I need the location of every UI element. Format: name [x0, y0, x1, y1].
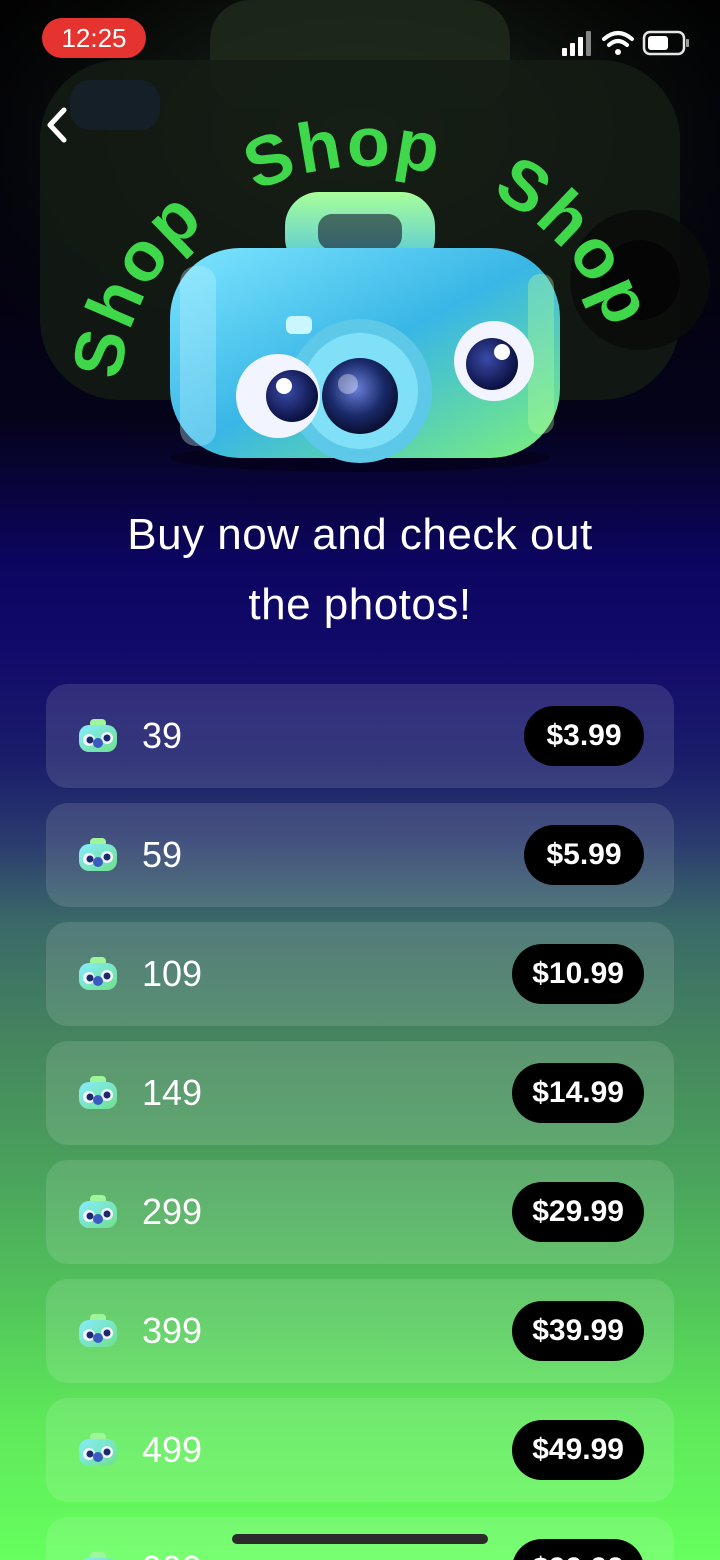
camera-coin-icon [76, 1430, 120, 1470]
price-button[interactable]: $14.99 [512, 1063, 644, 1123]
price-button[interactable]: $3.99 [524, 706, 644, 766]
package-row[interactable]: 399 $39.99 [46, 1279, 674, 1383]
status-icons [562, 30, 689, 56]
package-row[interactable]: 499 $49.99 [46, 1398, 674, 1502]
headline-line-1: Buy now and check out [127, 510, 593, 559]
camera-coin-icon [76, 954, 120, 994]
status-bar: 12:25 [0, 0, 720, 80]
cellular-signal-icon [562, 31, 591, 56]
status-time: 12:25 [42, 18, 146, 58]
package-row[interactable]: 109 $10.99 [46, 922, 674, 1026]
package-row[interactable]: 59 $5.99 [46, 803, 674, 907]
headline-line-2: the photos! [248, 580, 472, 629]
package-amount: 399 [142, 1310, 203, 1351]
camera-coin-icon [76, 1192, 120, 1232]
camera-coin-icon [76, 835, 120, 875]
camera-coin-icon [76, 1073, 120, 1113]
price-button[interactable]: $99.99 [512, 1539, 644, 1560]
camera-coin-icon [76, 1311, 120, 1351]
hero-banner: Shop Shop Shop [60, 103, 660, 472]
package-amount: 149 [142, 1072, 203, 1113]
package-row[interactable]: 39 $3.99 [46, 684, 674, 788]
package-amount: 499 [142, 1429, 203, 1470]
package-amount: 109 [142, 953, 203, 994]
price-button[interactable]: $29.99 [512, 1182, 644, 1242]
price-button[interactable]: $49.99 [512, 1420, 644, 1480]
camera-coin-icon [76, 716, 120, 756]
package-row[interactable]: 149 $14.99 [46, 1041, 674, 1145]
wifi-icon [602, 31, 634, 55]
camera-coin-icon [76, 1549, 120, 1560]
package-amount: 299 [142, 1191, 203, 1232]
package-amount: 59 [142, 834, 183, 875]
package-amount: 999 [142, 1547, 202, 1560]
home-indicator [232, 1534, 488, 1544]
price-button[interactable]: $5.99 [524, 825, 644, 885]
price-button[interactable]: $10.99 [512, 944, 644, 1004]
price-button[interactable]: $39.99 [512, 1301, 644, 1361]
headline: Buy now and check out the photos! [60, 500, 660, 640]
battery-icon [642, 30, 689, 56]
package-row[interactable]: 299 $29.99 [46, 1160, 674, 1264]
package-amount: 39 [142, 715, 183, 756]
camera-mascot-image [170, 192, 560, 472]
